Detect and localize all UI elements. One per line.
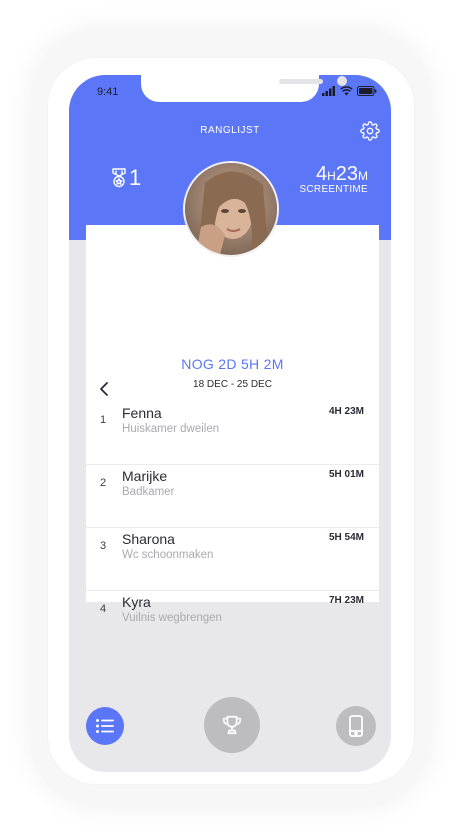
nav-trophy-button[interactable] bbox=[204, 697, 260, 753]
signal-icon bbox=[322, 86, 335, 96]
speaker-grille bbox=[279, 79, 323, 84]
row-time: 7H 23M bbox=[328, 595, 364, 606]
row-name: Kyra bbox=[122, 594, 151, 610]
avatar bbox=[183, 161, 279, 257]
row-time: 4H 23M bbox=[328, 406, 364, 417]
battery-icon bbox=[357, 86, 377, 96]
row-task: Vuilnis wegbrengen bbox=[122, 612, 222, 624]
avatar-photo bbox=[185, 163, 277, 255]
nav-phone-button[interactable] bbox=[336, 706, 376, 746]
settings-button[interactable] bbox=[360, 121, 380, 141]
trophy-icon bbox=[222, 715, 242, 735]
chevron-left-icon bbox=[100, 382, 108, 396]
leaderboard-row[interactable]: 2 Marijke Badkamer 5H 01M bbox=[86, 465, 379, 528]
screentime-hours: 4 bbox=[315, 163, 328, 185]
row-time: 5H 54M bbox=[328, 532, 364, 543]
leaderboard-row[interactable]: 3 Sharona Wc schoonmaken 5H 54M bbox=[86, 528, 379, 591]
phone-icon bbox=[349, 715, 363, 737]
device-notch bbox=[141, 75, 347, 102]
leaderboard-row[interactable]: 4 Kyra Vuilnis wegbrengen 7H 23M bbox=[86, 591, 379, 654]
list-icon bbox=[96, 719, 114, 733]
screentime-summary: 4H23M SCREENTIME bbox=[299, 163, 368, 195]
row-rank: 1 bbox=[100, 414, 107, 426]
screentime-minutes-unit: M bbox=[358, 169, 368, 183]
wifi-icon bbox=[340, 86, 353, 96]
row-name: Marijke bbox=[122, 468, 168, 484]
rank-number: 1 bbox=[129, 165, 142, 190]
row-task: Huiskamer dweilen bbox=[122, 423, 220, 435]
countdown-text: NOG 2D 5H 2M bbox=[181, 356, 284, 372]
row-task: Badkamer bbox=[122, 486, 175, 498]
row-rank: 2 bbox=[100, 477, 107, 489]
nav-list-button[interactable] bbox=[86, 707, 124, 745]
gear-icon bbox=[360, 121, 380, 141]
medal-icon bbox=[112, 168, 126, 188]
row-rank: 3 bbox=[100, 540, 107, 552]
date-range: 18 DEC - 25 DEC bbox=[193, 379, 272, 390]
row-rank: 4 bbox=[100, 603, 107, 615]
page-title: RANGLIJST bbox=[200, 125, 260, 136]
back-button[interactable] bbox=[97, 381, 111, 397]
row-time: 5H 01M bbox=[328, 469, 364, 480]
status-time: 9:41 bbox=[97, 86, 119, 98]
screentime-label: SCREENTIME bbox=[299, 184, 368, 195]
leaderboard-row[interactable]: 1 Fenna Huiskamer dweilen 4H 23M bbox=[86, 402, 379, 465]
row-name: Sharona bbox=[122, 531, 175, 547]
app-screen: 9:41 RANGLIJST 1 4H23M SCREENTIME NOG 2D… bbox=[69, 75, 391, 772]
leaderboard-card: NOG 2D 5H 2M 18 DEC - 25 DEC 1 Fenna Hui… bbox=[86, 225, 379, 624]
screentime-hours-unit: H bbox=[327, 169, 336, 183]
rank-display: 1 bbox=[112, 167, 141, 189]
status-icons bbox=[322, 85, 377, 97]
screentime-minutes: 23 bbox=[335, 163, 358, 185]
row-name: Fenna bbox=[122, 405, 162, 421]
row-task: Wc schoonmaken bbox=[122, 549, 214, 561]
